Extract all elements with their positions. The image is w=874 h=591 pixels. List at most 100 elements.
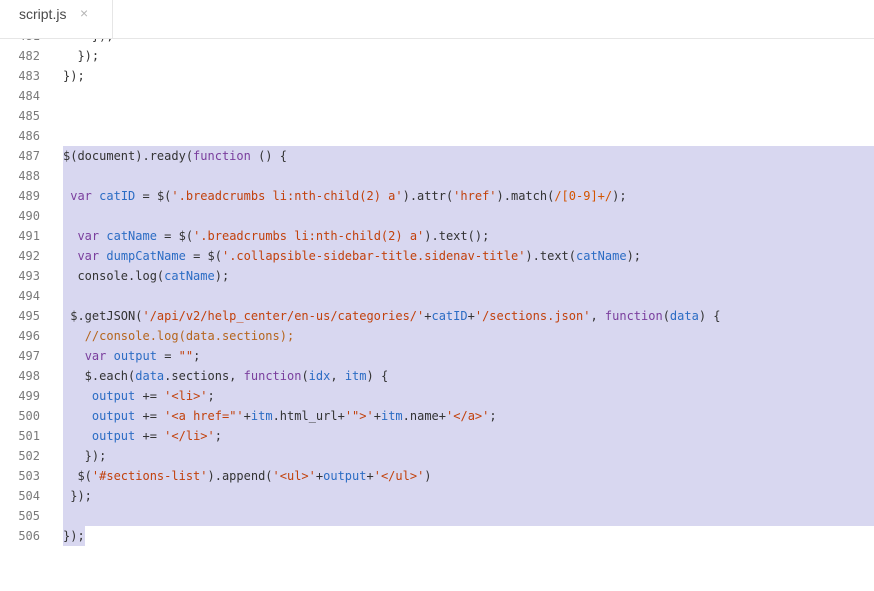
code-text[interactable]: output += '</li>'; <box>63 426 874 446</box>
code-line: 491 var catName = $('.breadcrumbs li:nth… <box>0 226 874 246</box>
code-token: = $( <box>156 229 194 243</box>
code-token: idx <box>308 369 331 383</box>
code-token: += <box>135 409 165 423</box>
code-text[interactable] <box>63 126 874 146</box>
code-text[interactable] <box>63 166 874 186</box>
code-text[interactable] <box>63 506 874 526</box>
code-text[interactable] <box>63 206 874 226</box>
code-lines: 481 });482 });483});484485486487$(docume… <box>0 39 874 546</box>
code-text[interactable]: console.log(catName); <box>63 266 874 286</box>
code-token: '.breadcrumbs li:nth-child(2) a' <box>193 229 425 243</box>
line-number: 503 <box>18 469 40 483</box>
code-text[interactable]: var output = ""; <box>63 346 874 366</box>
line-number: 494 <box>18 289 40 303</box>
code-line: 505 <box>0 506 874 526</box>
code-token: function <box>604 309 663 323</box>
code-text[interactable] <box>63 286 874 306</box>
code-text[interactable]: output += '<li>'; <box>63 386 874 406</box>
code-line: 484 <box>0 86 874 106</box>
line-number: 492 <box>18 249 40 263</box>
code-token: }); <box>63 449 107 463</box>
code-text[interactable]: $.each(data.sections, function(idx, itm)… <box>63 366 874 386</box>
line-number: 485 <box>18 109 40 123</box>
code-line: 501 output += '</li>'; <box>0 426 874 446</box>
code-text[interactable]: }); <box>63 446 874 466</box>
line-number: 493 <box>18 269 40 283</box>
code-line: 504 }); <box>0 486 874 506</box>
code-text[interactable]: $('#sections-list').append('<ul>' +output… <box>63 466 874 486</box>
code-token: '/sections.json' <box>474 309 591 323</box>
line-number: 504 <box>18 489 40 503</box>
code-token: var <box>70 189 92 203</box>
code-text[interactable]: var dumpCatName = $('.collapsible-sideba… <box>63 246 874 266</box>
code-text[interactable]: }); <box>63 46 874 66</box>
code-token: catName <box>576 249 627 263</box>
line-number: 487 <box>18 149 40 163</box>
code-text[interactable]: output += '<a href="'+itm.html_url+'">'+… <box>63 406 874 426</box>
code-token: ).text(); <box>424 229 490 243</box>
line-number: 491 <box>18 229 40 243</box>
code-token: }); <box>63 529 85 543</box>
code-token: catName <box>106 229 157 243</box>
code-text[interactable]: //console.log(data.sections); <box>63 326 874 346</box>
code-token: function <box>193 149 251 163</box>
code-text[interactable]: var catID = $('.breadcrumbs li:nth-child… <box>63 186 874 206</box>
code-token: ).match( <box>496 189 555 203</box>
code-token: }); <box>63 49 100 63</box>
line-number: 498 <box>18 369 40 383</box>
code-text[interactable]: $.getJSON('/api/v2/help_center/en-us/cat… <box>63 306 874 326</box>
code-line: 506}); <box>0 526 874 546</box>
code-line: 502 }); <box>0 446 874 466</box>
line-number: 486 <box>18 129 40 143</box>
code-token: var <box>84 349 107 363</box>
code-text[interactable]: }); <box>63 486 874 506</box>
code-text[interactable]: var catName = $('.breadcrumbs li:nth-chi… <box>63 226 874 246</box>
code-editor[interactable]: 481 });482 });483});484485486487$(docume… <box>0 39 874 591</box>
code-text[interactable]: }); <box>63 66 874 86</box>
code-token: + <box>467 309 475 323</box>
code-text[interactable]: }); <box>63 526 85 546</box>
code-token: ; <box>207 389 215 403</box>
code-text[interactable]: }); <box>63 39 874 46</box>
code-line: 485 <box>0 106 874 126</box>
code-line: 493 console.log(catName); <box>0 266 874 286</box>
code-token: ) <box>424 469 432 483</box>
close-icon[interactable]: × <box>80 5 88 21</box>
line-number: 497 <box>18 349 40 363</box>
code-token: '/api/v2/help_center/en-us/categories/' <box>142 309 425 323</box>
code-token: output <box>323 469 367 483</box>
code-token: = $( <box>135 189 172 203</box>
code-token: ) { <box>698 309 721 323</box>
code-token: ).append( <box>207 469 273 483</box>
code-line: 489 var catID = $('.breadcrumbs li:nth-c… <box>0 186 874 206</box>
tab-script-js[interactable]: script.js × <box>0 0 113 38</box>
code-token: 'href' <box>453 189 497 203</box>
code-token: ; <box>214 429 222 443</box>
code-line: 499 output += '<li>'; <box>0 386 874 406</box>
line-number: 489 <box>18 189 40 203</box>
code-token: ); <box>626 249 642 263</box>
code-line: 503 $('#sections-list').append('<ul>' +ou… <box>0 466 874 486</box>
code-token: .sections, <box>164 369 244 383</box>
code-token: catID <box>431 309 468 323</box>
code-token: = $( <box>185 249 222 263</box>
code-text[interactable] <box>63 86 874 106</box>
code-token: output <box>91 409 136 423</box>
code-text[interactable]: $(document).ready(function () { <box>63 146 874 166</box>
code-line: 487 $(document).ready(function () { <box>0 146 874 166</box>
line-number: 502 <box>18 449 40 463</box>
line-number: 488 <box>18 169 40 183</box>
code-token: catName <box>164 269 215 283</box>
code-token: catID <box>99 189 136 203</box>
code-token: '<ul>' <box>272 469 316 483</box>
code-line: 496 //console.log(data.sections); <box>0 326 874 346</box>
code-token: ); <box>214 269 230 283</box>
code-text[interactable] <box>63 106 874 126</box>
code-token: ( <box>662 309 670 323</box>
code-token: console.log( <box>63 269 165 283</box>
code-token: itm <box>250 409 273 423</box>
